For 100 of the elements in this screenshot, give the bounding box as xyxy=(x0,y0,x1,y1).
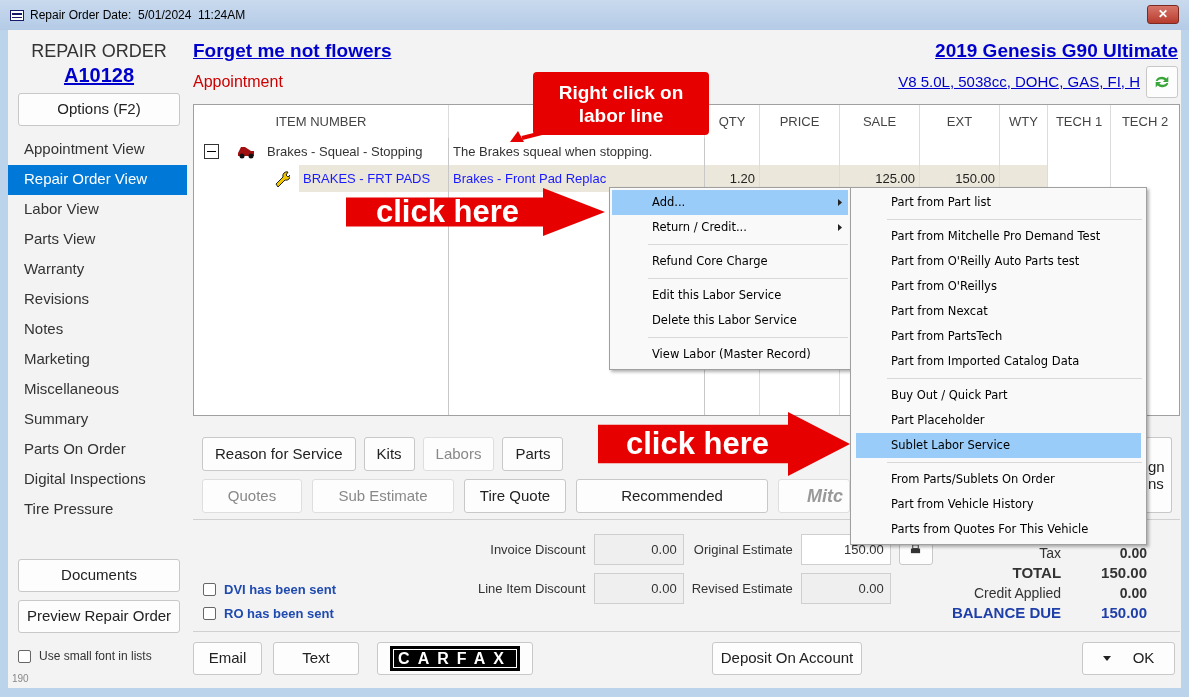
text-button[interactable]: Text xyxy=(273,641,359,675)
menu-item[interactable]: Part from Imported Catalog Data xyxy=(856,349,1141,374)
nav-item[interactable]: Repair Order View xyxy=(8,164,187,195)
menu-item[interactable]: Buy Out / Quick Part xyxy=(856,383,1141,408)
close-button[interactable]: ✕ xyxy=(1147,4,1179,24)
version-text: 190 xyxy=(12,672,30,686)
labor-item-cell[interactable]: BRAKES - FRT PADS xyxy=(299,165,448,192)
amount-field[interactable]: 0.00 xyxy=(593,573,684,604)
column-header: WTY xyxy=(1009,112,1038,131)
menu-item[interactable]: Part from Nexcat xyxy=(856,299,1141,324)
nav-item[interactable]: Summary xyxy=(8,404,187,435)
documents-button[interactable]: Documents xyxy=(18,559,180,592)
nav-item[interactable]: Appointment View xyxy=(8,134,187,165)
description-cell-text: The Brakes squeal when stopping. xyxy=(453,142,653,161)
total-label: Tax xyxy=(1038,544,1062,563)
menu-item[interactable]: Edit this Labor Service xyxy=(612,283,848,308)
menu-item[interactable]: Return / Credit... xyxy=(612,215,848,240)
total-value: 0.00 xyxy=(1118,544,1147,563)
vehicle-link[interactable]: 2019 Genesis G90 Ultimate xyxy=(935,39,1178,63)
ok-button[interactable]: OK xyxy=(1082,641,1175,675)
printer-icon xyxy=(910,544,922,555)
concern-text: Brakes - Squeal - Stopping xyxy=(267,142,423,161)
checkbox-label: DVI has been sent xyxy=(224,581,336,599)
callout-box: Right click on labor line xyxy=(533,72,709,135)
total-value: 0.00 xyxy=(1118,584,1147,603)
caret-icon xyxy=(1102,655,1111,661)
menu-item[interactable]: Part from Vehicle History xyxy=(856,492,1141,517)
column-header: PRICE xyxy=(779,112,820,131)
field-label: Original Estimate xyxy=(692,540,793,559)
nav-item[interactable]: Marketing xyxy=(8,344,187,375)
nav-item[interactable]: Labor View xyxy=(8,194,187,225)
nav-item[interactable]: Revisions xyxy=(8,284,187,315)
email-button[interactable]: Email xyxy=(193,641,262,675)
ro-number-link[interactable]: A10128 xyxy=(63,62,135,88)
collapse-toggle[interactable] xyxy=(204,144,219,159)
field-label: Invoice Discount xyxy=(489,540,586,559)
toolbar-button[interactable]: Reason for Service xyxy=(202,437,356,471)
menu-item[interactable]: View Labor (Master Record) xyxy=(612,342,848,367)
total-label: Credit Applied xyxy=(972,584,1062,603)
total-label: TOTAL xyxy=(1011,563,1062,583)
checkbox-label: Use small font in lists xyxy=(39,648,152,665)
column-header: EXT xyxy=(946,112,973,131)
menu-item[interactable]: Refund Core Charge xyxy=(612,249,848,274)
menu-item[interactable]: From Parts/Sublets On Order xyxy=(856,467,1141,492)
refresh-button[interactable] xyxy=(1146,65,1178,98)
column-header: SALE xyxy=(862,112,897,131)
amount-field[interactable]: 0.00 xyxy=(593,534,684,565)
menu-item[interactable]: Add... xyxy=(612,190,848,215)
nav-item[interactable]: Tire Pressure xyxy=(8,494,187,525)
engine-link[interactable]: V8 5.0L, 5038cc, DOHC, GAS, FI, H xyxy=(898,70,1140,93)
preview-button[interactable]: Preview Repair Order xyxy=(18,600,180,633)
description-cell-text: Brakes - Front Pad Replac xyxy=(453,169,607,188)
toolbar-button[interactable]: Tire Quote xyxy=(464,479,566,513)
status-text: Appointment xyxy=(193,71,284,92)
options-button[interactable]: Options (F2) xyxy=(18,92,180,126)
menu-item[interactable]: Part from Part list xyxy=(856,190,1141,215)
menu-item[interactable]: Part from PartsTech xyxy=(856,324,1141,349)
nav-item[interactable]: Digital Inspections xyxy=(8,464,187,495)
menu-item[interactable]: Part from Mitchelle Pro Demand Test xyxy=(856,224,1141,249)
toolbar-button[interactable]: Recommended xyxy=(576,479,768,513)
callout-text: click here xyxy=(376,196,520,227)
wrench-icon xyxy=(273,170,290,187)
toolbar-button[interactable]: Parts xyxy=(502,437,564,471)
table-cell-text: 150.00 xyxy=(955,169,995,188)
menu-item[interactable]: Sublet Labor Service xyxy=(856,433,1141,458)
checkbox[interactable] xyxy=(18,649,31,663)
callout-text: click here xyxy=(626,428,770,459)
toolbar-button[interactable]: Kits xyxy=(363,437,415,471)
menu-item[interactable]: Part from O'Reilly Auto Parts test xyxy=(856,249,1141,274)
car-icon xyxy=(237,144,255,159)
sidebar-heading: REPAIR ORDER xyxy=(31,40,167,63)
window-title: Repair Order Date: 5/01/2024 11:24AM xyxy=(30,7,246,24)
nav-item[interactable]: Miscellaneous xyxy=(8,374,187,405)
customer-name-link[interactable]: Forget me not flowers xyxy=(193,39,392,63)
column-header: ITEM NUMBER xyxy=(275,112,367,131)
field-label: Line Item Discount xyxy=(478,579,586,598)
window-icon xyxy=(10,9,24,21)
amount-field[interactable]: 0.00 xyxy=(800,573,891,604)
carfax-button[interactable]: CARFAX xyxy=(377,641,533,675)
submenu-arrow-icon xyxy=(838,199,842,206)
menu-item[interactable]: Part from O'Reillys xyxy=(856,274,1141,299)
checkbox[interactable] xyxy=(203,583,216,597)
submenu-arrow-icon xyxy=(838,224,842,231)
menu-item[interactable]: Part Placeholder xyxy=(856,408,1141,433)
nav-item[interactable]: Warranty xyxy=(8,254,187,285)
field-label: Revised Estimate xyxy=(691,579,793,598)
checkbox[interactable] xyxy=(203,606,216,620)
total-value: 150.00 xyxy=(1101,563,1147,583)
nav-item[interactable]: Parts View xyxy=(8,224,187,255)
nav-item[interactable]: Notes xyxy=(8,314,187,345)
column-header: TECH 1 xyxy=(1055,112,1103,131)
carfax-logo: CARFAX xyxy=(390,645,520,671)
side-button[interactable]: gn ns xyxy=(1146,437,1172,513)
nav-item[interactable]: Parts On Order xyxy=(8,434,187,465)
table-cell-text: 1.20 xyxy=(729,169,755,188)
column-header: QTY xyxy=(718,112,746,131)
deposit-button[interactable]: Deposit On Account xyxy=(712,641,862,675)
table-cell-text: 125.00 xyxy=(875,169,915,188)
menu-item[interactable]: Delete this Labor Service xyxy=(612,308,848,333)
total-label: BALANCE DUE xyxy=(950,603,1062,623)
